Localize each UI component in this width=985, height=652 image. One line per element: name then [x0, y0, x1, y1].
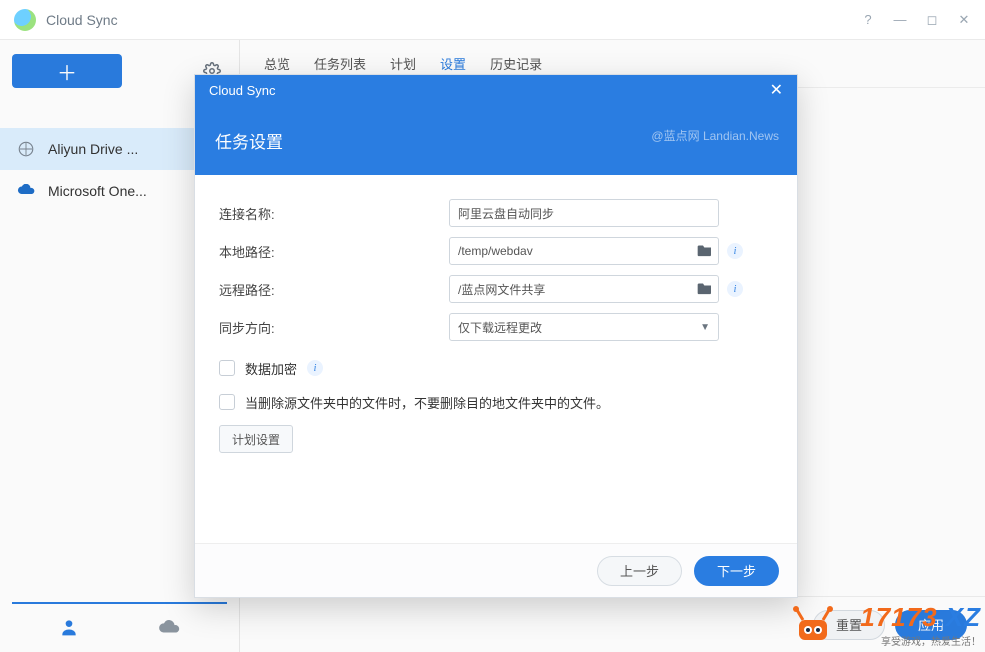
- close-window-icon[interactable]: ✕: [957, 12, 971, 28]
- modal-app-title: Cloud Sync: [209, 83, 275, 98]
- maximize-icon[interactable]: ◻: [925, 12, 939, 28]
- schedule-settings-button[interactable]: 计划设置: [219, 425, 293, 453]
- sync-direction-value: 仅下载远程更改: [458, 319, 542, 336]
- label-remote-path: 远程路径:: [219, 280, 449, 299]
- encrypt-checkbox[interactable]: [219, 360, 235, 376]
- watermark-text: @蓝点网 Landian.News: [651, 127, 779, 144]
- chevron-down-icon: ▼: [700, 322, 710, 333]
- help-icon[interactable]: ?: [861, 12, 875, 28]
- sync-direction-select[interactable]: 仅下载远程更改 ▼: [449, 313, 719, 341]
- info-encrypt-icon[interactable]: i: [307, 360, 323, 376]
- browse-local-folder-icon[interactable]: [697, 243, 713, 260]
- modal-close-icon[interactable]: ✕: [770, 80, 783, 100]
- next-step-button[interactable]: 下一步: [694, 556, 779, 586]
- encrypt-label: 数据加密: [245, 359, 297, 378]
- info-remote-path-icon[interactable]: i: [727, 281, 743, 297]
- app-icon: [14, 9, 36, 31]
- task-settings-modal: Cloud Sync ✕ 任务设置 @蓝点网 Landian.News 连接名称…: [194, 74, 798, 598]
- label-local-path: 本地路径:: [219, 242, 449, 261]
- connection-name-input[interactable]: [449, 199, 719, 227]
- prev-step-button[interactable]: 上一步: [597, 556, 682, 586]
- mascot-icon: [789, 606, 837, 646]
- dont-delete-checkbox[interactable]: [219, 394, 235, 410]
- info-local-path-icon[interactable]: i: [727, 243, 743, 259]
- window-title: Cloud Sync: [46, 12, 861, 28]
- minimize-icon[interactable]: —: [893, 12, 907, 28]
- label-connection-name: 连接名称:: [219, 204, 449, 223]
- modal-subtitle: 任务设置: [215, 128, 283, 153]
- browse-remote-folder-icon[interactable]: [697, 281, 713, 298]
- label-sync-direction: 同步方向:: [219, 318, 449, 337]
- remote-path-input[interactable]: [449, 275, 719, 303]
- window-titlebar: Cloud Sync ? — ◻ ✕: [0, 0, 985, 40]
- local-path-input[interactable]: [449, 237, 719, 265]
- dont-delete-label: 当删除源文件夹中的文件时，不要删除目的地文件夹中的文件。: [245, 393, 609, 412]
